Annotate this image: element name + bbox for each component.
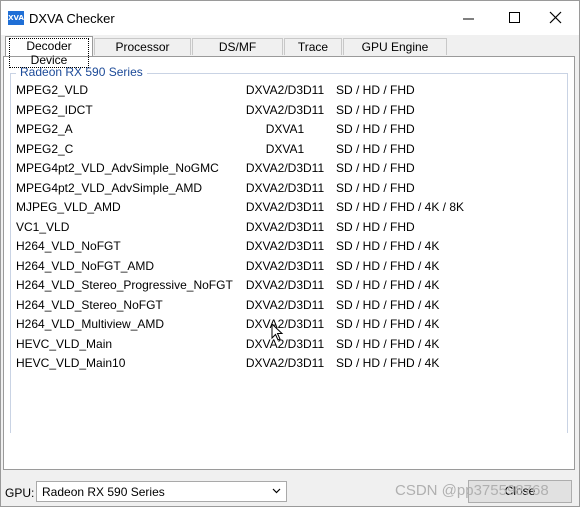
decoder-device-panel: Radeon RX 590 Series MPEG2_VLD DXVA2/D3D1… — [3, 56, 575, 470]
list-item[interactable]: MPEG2_C DXVA1 SD / HD / FHD — [4, 142, 574, 161]
list-item[interactable]: H264_VLD_Multiview_AMD DXVA2/D3D11 SD / HD… — [4, 317, 574, 336]
close-icon — [549, 11, 562, 24]
decoder-api: DXVA2/D3D11 — [245, 278, 325, 292]
list-item[interactable]: MPEG2_IDCT DXVA2/D3D11 SD / HD / FHD — [4, 103, 574, 122]
minimize-button[interactable] — [446, 1, 492, 35]
decoder-api: DXVA2/D3D11 — [245, 297, 325, 312]
decoder-resolutions: SD / HD / FHD / 4K — [336, 239, 440, 253]
decoder-name: H264_VLD_NoFGT — [16, 239, 121, 253]
decoder-name: HEVC_VLD_Main — [16, 336, 113, 351]
decoder-name: H264_VLD_Multiview_AMD — [16, 317, 165, 331]
minimize-icon — [463, 18, 474, 20]
list-item[interactable]: VC1_VLD DXVA2/D3D11 SD / HD / FHD — [4, 220, 574, 239]
list-item[interactable]: MJPEG_VLD_AMD DXVA2/D3D11 SD / HD / FHD / … — [4, 200, 574, 219]
decoder-name: MPEG2_VLD — [16, 83, 89, 97]
decoder-resolutions: SD / HD / FHD / 4K / 8K — [336, 200, 465, 214]
tab-bar: Decoder Device Processor Device DS/MF De… — [1, 35, 579, 70]
decoder-name: H264_VLD_Stereo_NoFGT — [16, 297, 163, 312]
decoder-resolutions: SD / HD / FHD — [336, 141, 415, 156]
decoder-resolutions: SD / HD / FHD / 4K — [336, 278, 440, 292]
list-item[interactable]: HEVC_VLD_Main10 DXVA2/D3D11 SD / HD / FHD … — [4, 356, 574, 375]
decoder-api: DXVA2/D3D11 — [245, 83, 325, 97]
decoder-resolutions: SD / HD / FHD / 4K — [336, 356, 440, 370]
decoder-name: H264_VLD_Stereo_Progressive_NoFGT — [16, 278, 233, 292]
tab-label: Decoder Device — [9, 38, 89, 68]
mouse-cursor-icon — [271, 323, 284, 341]
decoder-name: H264_VLD_NoFGT_AMD — [16, 258, 155, 273]
app-icon: XVA — [8, 11, 24, 25]
decoder-api: DXVA2/D3D11 — [245, 219, 325, 234]
decoder-api: DXVA2/D3D11 — [245, 239, 325, 253]
list-item[interactable]: H264_VLD_Stereo_Progressive_NoFGT DXVA2/D… — [4, 278, 574, 297]
decoder-resolutions: SD / HD / FHD — [336, 180, 415, 195]
decoder-api: DXVA2/D3D11 — [245, 161, 325, 175]
decoder-resolutions: SD / HD / FHD — [336, 161, 415, 175]
decoder-resolutions: SD / HD / FHD / 4K — [336, 297, 440, 312]
dxva-checker-window: XVA DXVA Checker Decoder Device Processo… — [0, 0, 580, 507]
decoder-name: MPEG2_C — [16, 141, 74, 156]
watermark: CSDN @pp375598768 — [395, 482, 549, 499]
close-window-button[interactable] — [533, 1, 579, 35]
decoder-name: MPEG2_IDCT — [16, 102, 93, 117]
list-item[interactable]: H264_VLD_NoFGT DXVA2/D3D11 SD / HD / FHD /… — [4, 239, 574, 258]
gpu-label: GPU: — [5, 486, 35, 500]
decoder-api: DXVA2/D3D11 — [245, 258, 325, 273]
decoder-api: DXVA1 — [265, 122, 305, 136]
decoder-resolutions: SD / HD / FHD / 4K — [336, 336, 440, 351]
list-item[interactable]: MPEG4pt2_VLD_AdvSimple_AMD DXVA2/D3D11 SD … — [4, 181, 574, 200]
decoder-name: MJPEG_VLD_AMD — [16, 200, 121, 214]
decoder-name: MPEG4pt2_VLD_AdvSimple_NoGMC — [16, 161, 219, 175]
decoder-api: DXVA1 — [265, 141, 305, 156]
tab-trace-log[interactable]: Trace Log — [284, 38, 342, 70]
tab-decoder-device[interactable]: Decoder Device — [5, 36, 93, 68]
list-item[interactable]: MPEG2_VLD DXVA2/D3D11 SD / HD / FHD — [4, 83, 574, 102]
decoder-name: HEVC_VLD_Main10 — [16, 356, 126, 370]
decoder-resolutions: SD / HD / FHD — [336, 122, 415, 136]
list-item[interactable]: MPEG4pt2_VLD_AdvSimple_NoGMC DXVA2/D3D11 S… — [4, 161, 574, 180]
gpu-select[interactable]: Radeon RX 590 Series — [36, 481, 287, 502]
decoder-name: MPEG2_A — [16, 122, 73, 136]
decoder-resolutions: SD / HD / FHD — [336, 83, 415, 97]
tab-processor-device[interactable]: Processor Device — [94, 38, 191, 70]
list-item[interactable]: H264_VLD_Stereo_NoFGT DXVA2/D3D11 SD / HD … — [4, 298, 574, 317]
chevron-down-icon — [272, 488, 281, 494]
decoder-api: DXVA2/D3D11 — [245, 317, 325, 331]
decoder-api: DXVA2/D3D11 — [245, 102, 325, 117]
list-item[interactable]: HEVC_VLD_Main DXVA2/D3D11 SD / HD / FHD / … — [4, 337, 574, 356]
decoder-api: DXVA2/D3D11 — [245, 200, 325, 214]
decoder-api: DXVA2/D3D11 — [245, 356, 325, 370]
list-item[interactable]: MPEG2_A DXVA1 SD / HD / FHD — [4, 122, 574, 141]
tab-ds-mf-decoder[interactable]: DS/MF Decoder — [192, 38, 283, 70]
list-item[interactable]: H264_VLD_NoFGT_AMD DXVA2/D3D11 SD / HD / F… — [4, 259, 574, 278]
decoder-resolutions: SD / HD / FHD / 4K — [336, 258, 440, 273]
maximize-icon — [509, 12, 520, 23]
decoder-name: VC1_VLD — [16, 219, 70, 234]
title-bar[interactable]: XVA DXVA Checker — [1, 1, 579, 35]
decoder-api: DXVA2/D3D11 — [245, 336, 325, 351]
decoder-name: MPEG4pt2_VLD_AdvSimple_AMD — [16, 180, 203, 195]
tab-gpu-engine-usage[interactable]: GPU Engine Usage — [343, 38, 447, 70]
decoder-resolutions: SD / HD / FHD — [336, 219, 415, 234]
gpu-select-value: Radeon RX 590 Series — [42, 485, 165, 499]
maximize-button[interactable] — [492, 1, 538, 35]
decoder-api: DXVA2/D3D11 — [245, 180, 325, 195]
window-title: DXVA Checker — [29, 11, 115, 26]
decoder-resolutions: SD / HD / FHD — [336, 102, 415, 117]
decoder-resolutions: SD / HD / FHD / 4K — [336, 317, 440, 331]
